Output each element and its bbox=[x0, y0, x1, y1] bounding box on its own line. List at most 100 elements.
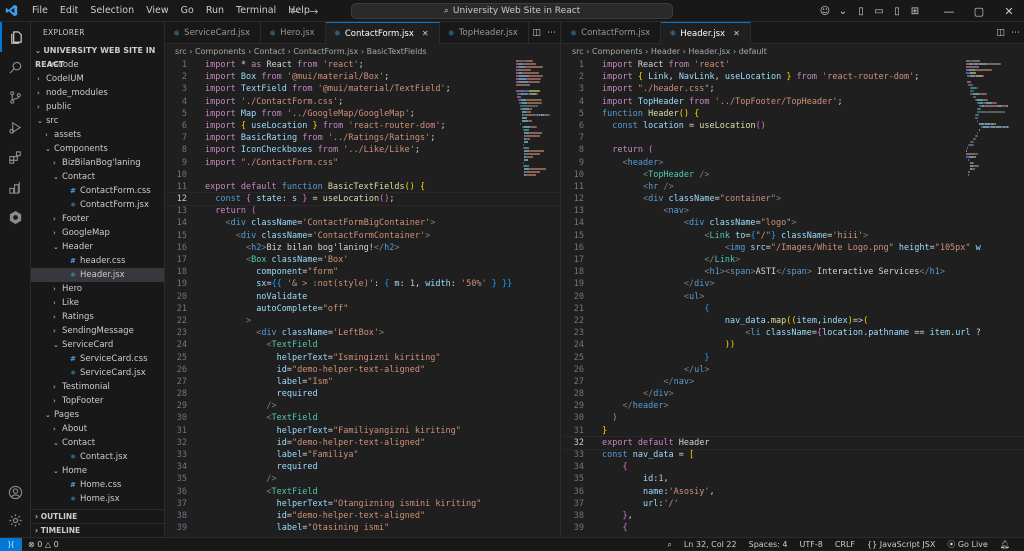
breadcrumb-item[interactable]: src bbox=[572, 47, 584, 56]
breadcrumb-item[interactable]: default bbox=[739, 47, 767, 56]
cursor-position[interactable]: Ln 32, Col 22 bbox=[678, 540, 743, 549]
settings-gear-icon[interactable] bbox=[0, 505, 31, 535]
tree-folder[interactable]: › Hero bbox=[31, 282, 164, 296]
tree-folder[interactable]: › public bbox=[31, 100, 164, 114]
explorer-icon[interactable] bbox=[0, 22, 31, 52]
more-actions-icon[interactable]: ⋯ bbox=[547, 28, 556, 38]
tree-folder[interactable]: › .vscode bbox=[31, 58, 164, 72]
editor-tab[interactable]: ⚛ TopHeader.jsx bbox=[440, 22, 529, 44]
notifications-bell-icon[interactable]: 🔔︎ bbox=[994, 540, 1016, 549]
tree-folder[interactable]: › Testimonial bbox=[31, 380, 164, 394]
tree-file[interactable]: # header.css bbox=[31, 254, 164, 268]
code-line: 23 <div className='LeftBox'> bbox=[165, 327, 560, 339]
end-of-line[interactable]: CRLF bbox=[829, 540, 861, 549]
breadcrumb-item[interactable]: src bbox=[175, 47, 187, 56]
tree-folder[interactable]: › BizBilanBog'laning bbox=[31, 156, 164, 170]
encoding[interactable]: UTF-8 bbox=[793, 540, 828, 549]
tree-folder[interactable]: › CodeIUM bbox=[31, 72, 164, 86]
language-mode[interactable]: {} JavaScript JSX bbox=[861, 540, 941, 549]
breadcrumb-item[interactable]: Contact bbox=[254, 47, 285, 56]
maximize-icon[interactable]: ▢ bbox=[964, 5, 994, 18]
tree-folder[interactable]: › Ratings bbox=[31, 310, 164, 324]
go-live-button[interactable]: ⦿ Go Live bbox=[941, 539, 994, 550]
split-editor-icon[interactable]: ◫ bbox=[996, 28, 1005, 38]
tree-file[interactable]: # ServiceCard.css bbox=[31, 352, 164, 366]
chevron-down-icon[interactable]: ⌄ bbox=[834, 6, 852, 17]
extensions-icon[interactable] bbox=[0, 142, 31, 172]
tree-file[interactable]: ⚛ Contact.jsx bbox=[31, 450, 164, 464]
left-code-editor[interactable]: 1 import * as React from 'react'; 2 import … bbox=[165, 59, 560, 534]
tree-folder[interactable]: ⌄ ServiceCard bbox=[31, 338, 164, 352]
search-icon[interactable] bbox=[0, 52, 31, 82]
editor-tab[interactable]: ⚛ ServiceCard.jsx bbox=[165, 22, 261, 44]
tree-folder[interactable]: ⌄ Contact bbox=[31, 436, 164, 450]
menu-item-edit[interactable]: Edit bbox=[54, 0, 84, 22]
menu-item-file[interactable]: File bbox=[26, 0, 54, 22]
timeline-section[interactable]: › TIMELINE bbox=[31, 523, 164, 537]
run-debug-icon[interactable] bbox=[0, 112, 31, 142]
tree-folder[interactable]: ⌄ Pages bbox=[31, 408, 164, 422]
tree-folder[interactable]: › Footer bbox=[31, 212, 164, 226]
problems-indicator[interactable]: ⊗ 0 △ 0 bbox=[22, 540, 65, 549]
tree-file[interactable]: ⚛ Home.jsx bbox=[31, 492, 164, 506]
tree-folder[interactable]: ⌄ Contact bbox=[31, 170, 164, 184]
editor-tab[interactable]: ⚛ Header.jsx ✕ bbox=[661, 22, 751, 44]
breadcrumb-item[interactable]: ContactForm.jsx bbox=[293, 47, 358, 56]
menu-item-selection[interactable]: Selection bbox=[84, 0, 140, 22]
tree-folder[interactable]: › About bbox=[31, 422, 164, 436]
tree-folder[interactable]: ⌄ Header bbox=[31, 240, 164, 254]
breadcrumb-item[interactable]: Components bbox=[195, 47, 246, 56]
forward-arrow-icon[interactable]: → bbox=[309, 5, 318, 18]
right-code-editor[interactable]: 1 import React from 'react' 2 import { Link… bbox=[562, 59, 1024, 534]
breadcrumb-item[interactable]: Components bbox=[592, 47, 643, 56]
menu-item-run[interactable]: Run bbox=[200, 0, 230, 22]
customize-layout-icon[interactable]: ⊞ bbox=[906, 6, 924, 17]
left-minimap[interactable] bbox=[516, 59, 560, 537]
tree-file[interactable]: ⚛ ServiceCard.jsx bbox=[31, 366, 164, 380]
split-editor-icon[interactable]: ◫ bbox=[532, 28, 541, 38]
breadcrumb-item[interactable]: Header bbox=[651, 47, 680, 56]
close-tab-icon[interactable]: ✕ bbox=[733, 29, 740, 38]
tree-folder[interactable]: › SendingMessage bbox=[31, 324, 164, 338]
tree-file[interactable]: # ContactForm.css bbox=[31, 184, 164, 198]
zoom-icon[interactable]: ⌕ bbox=[661, 540, 677, 550]
tree-folder[interactable]: › GoogleMap bbox=[31, 226, 164, 240]
close-icon[interactable]: ✕ bbox=[994, 5, 1024, 18]
tree-folder[interactable]: ⌄ src bbox=[31, 114, 164, 128]
remote-indicator-icon[interactable]: ⟩⟨ bbox=[0, 537, 22, 551]
editor-tab[interactable]: ⚛ Hero.jsx bbox=[261, 22, 326, 44]
testing-icon[interactable] bbox=[0, 202, 31, 232]
tree-folder[interactable]: › TopFooter bbox=[31, 394, 164, 408]
right-minimap[interactable] bbox=[966, 59, 1014, 537]
back-arrow-icon[interactable]: ← bbox=[290, 5, 299, 18]
tree-folder[interactable]: ⌄ Components bbox=[31, 142, 164, 156]
minimize-icon[interactable]: — bbox=[934, 5, 964, 18]
remote-explorer-icon[interactable] bbox=[0, 172, 31, 202]
tree-folder[interactable]: › assets bbox=[31, 128, 164, 142]
outline-section[interactable]: › OUTLINE bbox=[31, 509, 164, 523]
account-icon[interactable] bbox=[0, 477, 31, 507]
tree-file[interactable]: ⚛ Header.jsx bbox=[31, 268, 164, 282]
menu-item-view[interactable]: View bbox=[140, 0, 175, 22]
tree-folder[interactable]: ⌄ Home bbox=[31, 464, 164, 478]
toggle-primary-sidebar-icon[interactable]: ▯ bbox=[852, 6, 870, 17]
close-tab-icon[interactable]: ✕ bbox=[422, 29, 429, 38]
breadcrumb-item[interactable]: BasicTextFields bbox=[367, 47, 427, 56]
toggle-secondary-sidebar-icon[interactable]: ▯ bbox=[888, 6, 906, 17]
copilot-icon[interactable]: ☺ bbox=[816, 6, 834, 17]
breadcrumb-item[interactable]: Header.jsx bbox=[688, 47, 730, 56]
menu-item-terminal[interactable]: Terminal bbox=[230, 0, 282, 22]
menu-item-go[interactable]: Go bbox=[175, 0, 200, 22]
source-control-icon[interactable] bbox=[0, 82, 31, 112]
tree-folder[interactable]: › Like bbox=[31, 296, 164, 310]
tree-folder[interactable]: › node_modules bbox=[31, 86, 164, 100]
workspace-root[interactable]: ⌄ UNIVERSITY WEB SITE IN REACT bbox=[31, 44, 164, 69]
more-actions-icon[interactable]: ⋯ bbox=[1011, 28, 1020, 38]
toggle-panel-icon[interactable]: ▭ bbox=[870, 6, 888, 17]
indentation[interactable]: Spaces: 4 bbox=[743, 540, 794, 549]
editor-tab[interactable]: ⚛ ContactForm.jsx ✕ bbox=[325, 22, 440, 44]
tree-file[interactable]: ⚛ ContactForm.jsx bbox=[31, 198, 164, 212]
editor-tab[interactable]: ⚛ ContactForm.jsx bbox=[562, 22, 662, 44]
tree-file[interactable]: # Home.css bbox=[31, 478, 164, 492]
command-center-search[interactable]: ⌕ University Web Site in React bbox=[351, 3, 673, 19]
